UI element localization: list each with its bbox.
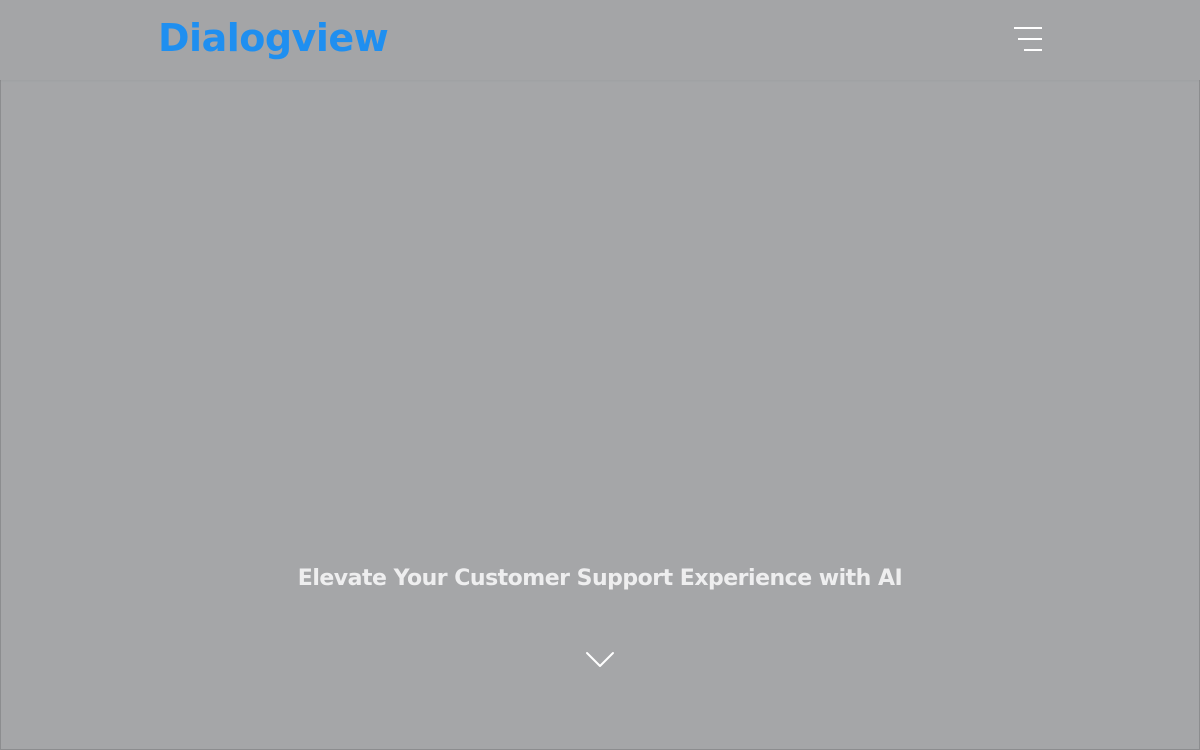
hamburger-menu-icon[interactable] [1012,26,1044,52]
menu-bar-middle [1018,38,1042,40]
chevron-down-icon[interactable] [584,648,616,672]
page-frame [0,0,1200,750]
logo[interactable]: Dialogview [158,14,389,62]
menu-bar-bottom [1024,49,1042,51]
hero-title: Elevate Your Customer Support Experience… [297,566,903,591]
site-header: Dialogview [0,0,1200,80]
menu-bar-top [1014,27,1042,29]
